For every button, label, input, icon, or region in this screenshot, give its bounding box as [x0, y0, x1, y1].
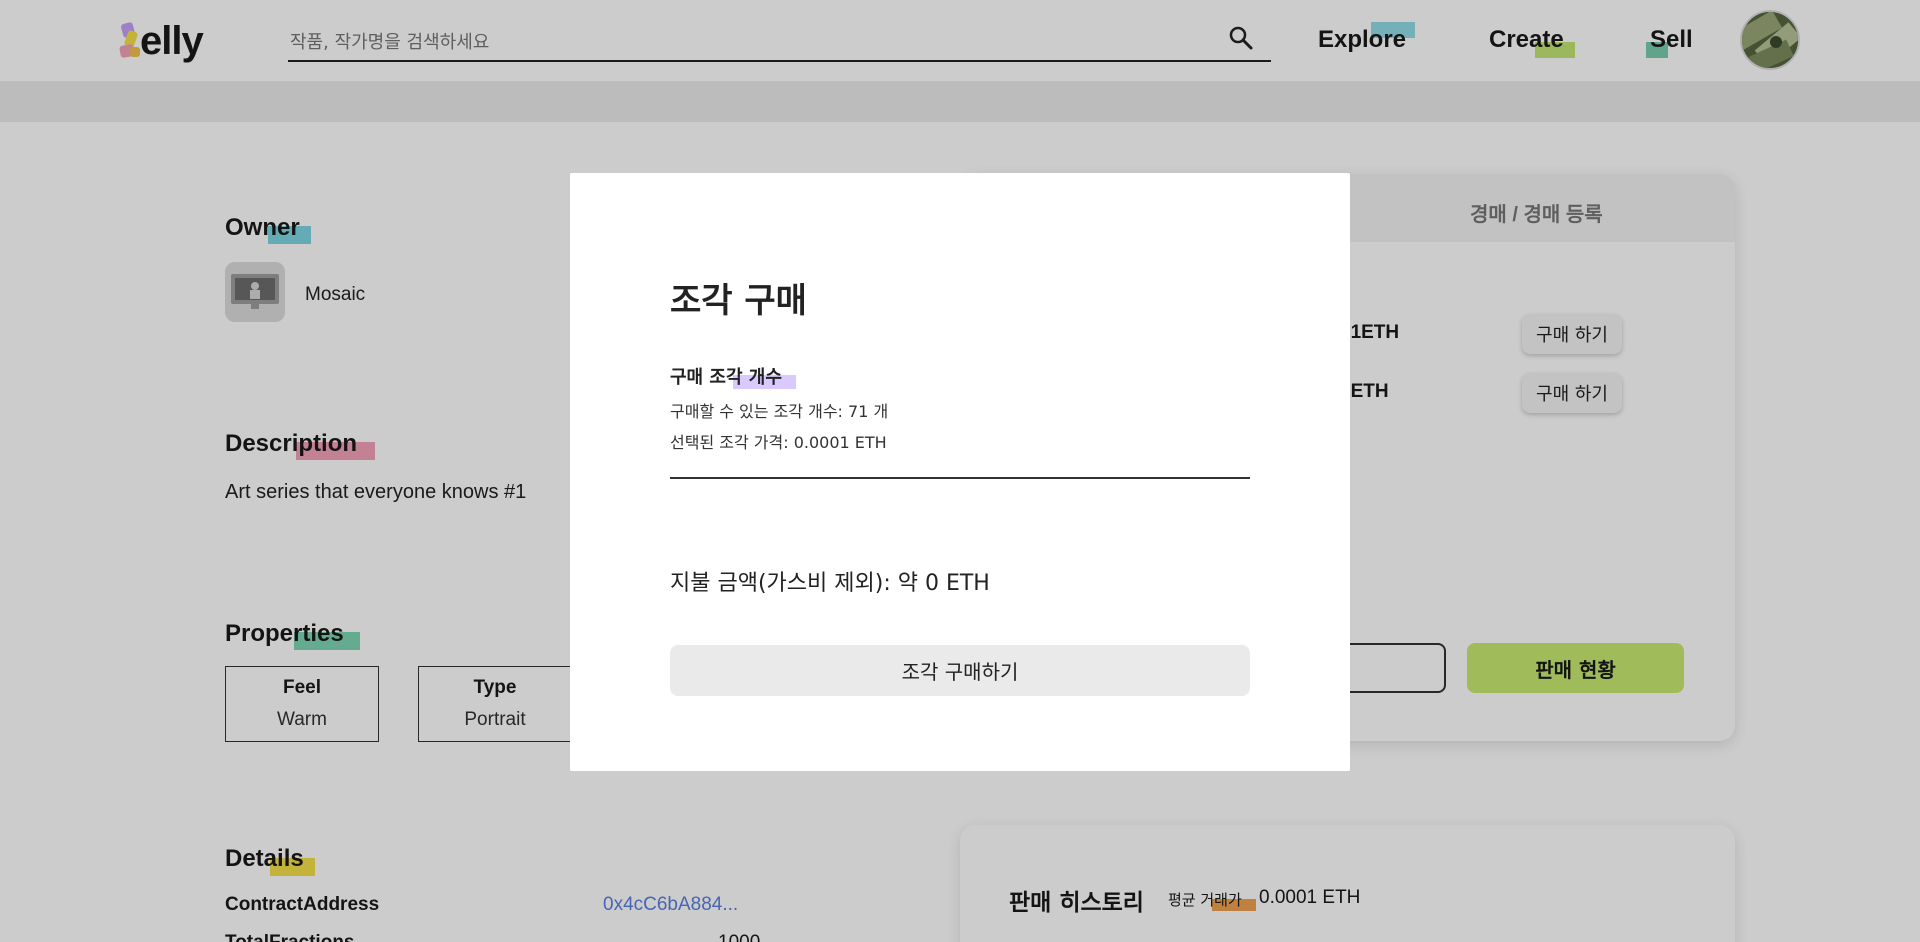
quantity-label: 구매 조각 개수	[670, 367, 782, 388]
quantity-input[interactable]	[670, 443, 1250, 479]
purchase-fraction-button[interactable]: 조각 구매하기	[670, 645, 1250, 696]
modal-title: 조각 구매	[670, 281, 807, 321]
purchase-fraction-modal: 조각 구매 구매 조각 개수 구매할 수 있는 조각 개수: 71 개 선택된 …	[570, 173, 1350, 771]
available-count: 구매할 수 있는 조각 개수: 71 개	[670, 402, 889, 421]
payment-amount: 지불 금액(가스비 제외): 약 0 ETH	[670, 571, 990, 596]
